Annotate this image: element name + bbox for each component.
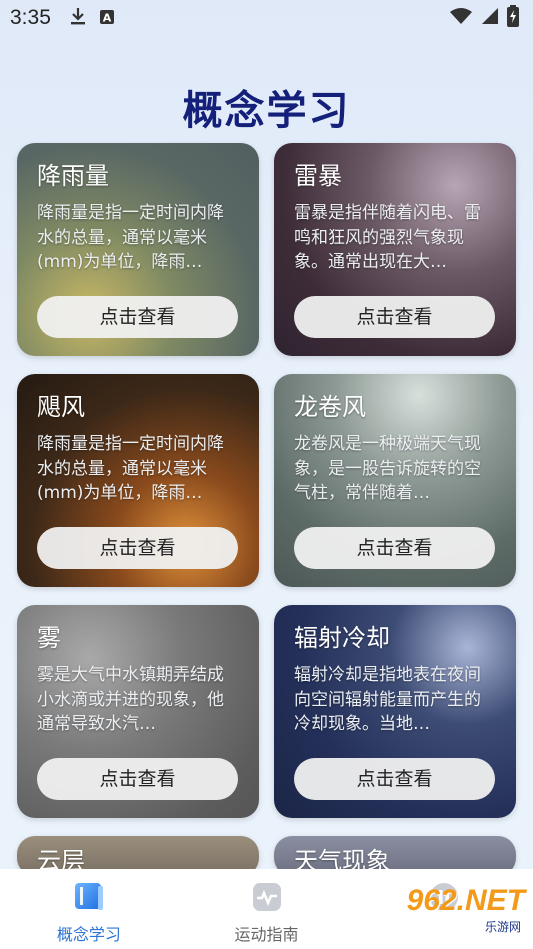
concept-card-grid: 降雨量 降雨量是指一定时间内降水的总量，通常以毫米(mm)为单位，降雨… 点击查… <box>17 143 517 876</box>
view-button[interactable]: 点击查看 <box>294 296 495 338</box>
card-title: 降雨量 <box>37 162 109 190</box>
download-icon <box>69 6 87 31</box>
view-button[interactable]: 点击查看 <box>37 296 238 338</box>
a-box-icon: A <box>99 6 115 30</box>
wifi-icon <box>449 6 473 30</box>
concept-card-radiative-cooling[interactable]: 辐射冷却 辐射冷却是指地表在夜间向空间辐射能量而产生的冷却现象。当地… 点击查看 <box>274 605 516 818</box>
concept-card-hurricane[interactable]: 飓风 降雨量是指一定时间内降水的总量，通常以毫米(mm)为单位，降雨… 点击查看 <box>17 374 259 587</box>
book-icon <box>71 879 107 915</box>
card-description: 雷暴是指伴随着闪电、雷鸣和狂风的强烈气象现象。通常出现在大… <box>294 203 481 272</box>
card-title: 龙卷风 <box>294 393 366 421</box>
battery-charging-icon <box>507 4 519 32</box>
page-title: 概念学习 <box>182 88 351 134</box>
watermark-logo: 962.NET 乐游网 <box>405 876 525 942</box>
view-button[interactable]: 点击查看 <box>294 527 495 569</box>
card-description: 雾是大气中水镇期弄结成小水滴或并进的现象，他通常导致水汽… <box>37 665 224 734</box>
concept-card-rainfall[interactable]: 降雨量 降雨量是指一定时间内降水的总量，通常以毫米(mm)为单位，降雨… 点击查… <box>17 143 259 356</box>
signal-icon <box>481 6 499 30</box>
view-button[interactable]: 点击查看 <box>37 527 238 569</box>
card-description: 辐射冷却是指地表在夜间向空间辐射能量而产生的冷却现象。当地… <box>294 665 481 734</box>
nav-label: 概念学习 <box>56 925 121 944</box>
watermark-sub: 乐游网 <box>480 917 525 935</box>
status-time: 3:35 <box>10 6 51 29</box>
card-title: 雷暴 <box>294 162 342 190</box>
card-description: 龙卷风是一种极端天气现象，是一股告诉旋转的空气柱，常伴随着… <box>294 434 481 503</box>
view-button[interactable]: 点击查看 <box>294 758 495 800</box>
card-description: 降雨量是指一定时间内降水的总量，通常以毫米(mm)为单位，降雨… <box>37 203 224 272</box>
watermark-main: 962.NET <box>406 883 525 917</box>
pulse-icon <box>249 879 285 915</box>
view-button[interactable]: 点击查看 <box>37 758 238 800</box>
card-title: 雾 <box>37 624 61 652</box>
concept-card-fog[interactable]: 雾 雾是大气中水镇期弄结成小水滴或并进的现象，他通常导致水汽… 点击查看 <box>17 605 259 818</box>
concept-card-thunderstorm[interactable]: 雷暴 雷暴是指伴随着闪电、雷鸣和狂风的强烈气象现象。通常出现在大… 点击查看 <box>274 143 516 356</box>
card-title: 飓风 <box>37 393 85 421</box>
card-title: 辐射冷却 <box>294 624 390 652</box>
nav-item-exercise-guide[interactable]: 运动指南 <box>178 869 356 949</box>
status-bar: 3:35 A <box>0 0 533 36</box>
nav-item-concept-learning[interactable]: 概念学习 <box>0 869 178 949</box>
svg-text:A: A <box>103 12 112 25</box>
card-description: 降雨量是指一定时间内降水的总量，通常以毫米(mm)为单位，降雨… <box>37 434 224 503</box>
concept-card-tornado[interactable]: 龙卷风 龙卷风是一种极端天气现象，是一股告诉旋转的空气柱，常伴随着… 点击查看 <box>274 374 516 587</box>
nav-label: 运动指南 <box>234 925 299 944</box>
